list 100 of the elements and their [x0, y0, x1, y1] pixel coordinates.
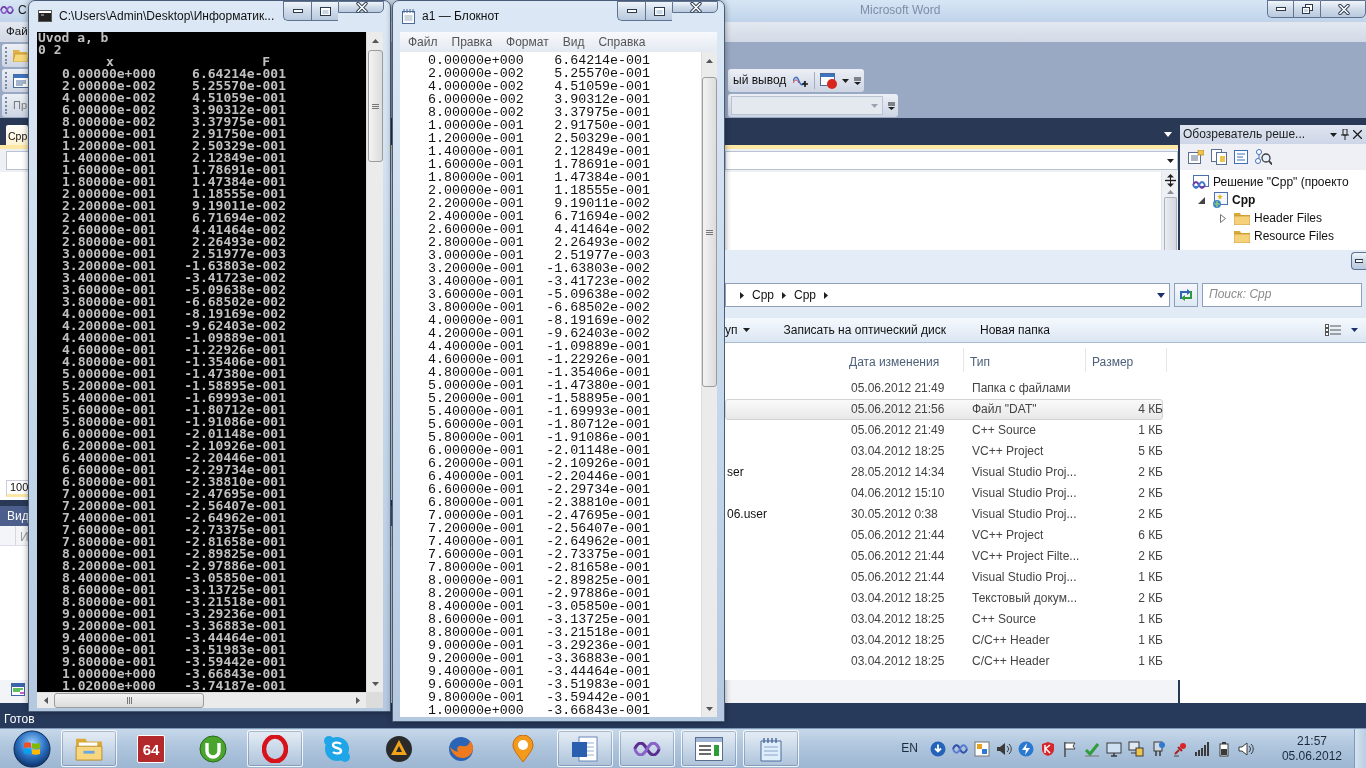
- restore-button[interactable]: [1293, 0, 1320, 18]
- up-arrow-icon[interactable]: [706, 58, 713, 63]
- menu-item[interactable]: Фай: [6, 25, 28, 39]
- breadcrumb-item[interactable]: Cpp: [750, 287, 776, 303]
- pages-icon[interactable]: [1211, 149, 1227, 165]
- chevron-icon[interactable]: [824, 291, 829, 299]
- collapsed-triangle-icon[interactable]: [1220, 213, 1226, 223]
- document-tab[interactable]: Cpp: [6, 125, 28, 145]
- toolbar-button[interactable]: Новая папка: [970, 319, 1060, 341]
- lightning-icon[interactable]: [1017, 740, 1034, 757]
- refresh-button[interactable]: [1174, 283, 1198, 307]
- tile-icon[interactable]: [973, 740, 990, 757]
- speaker-icon[interactable]: [995, 740, 1012, 757]
- file-row[interactable]: 03.04.2012 18:25 C++ Source 1 КБ: [725, 609, 1163, 630]
- file-row[interactable]: 05.06.2012 21:44 VC++ Project 6 КБ: [725, 525, 1163, 546]
- right-arrow-icon[interactable]: [355, 697, 360, 704]
- maximize-button[interactable]: [311, 1, 338, 21]
- menu-button[interactable]: уп: [725, 319, 760, 341]
- toolbar-button[interactable]: ый вывод: [731, 73, 789, 88]
- flag-icon[interactable]: [1061, 740, 1078, 757]
- zoom-field[interactable]: 100: [6, 480, 28, 497]
- file-row[interactable]: 05.06.2012 21:44 Visual Studio Proj... 1 КБ: [725, 567, 1163, 588]
- view-button[interactable]: [1325, 323, 1358, 337]
- file-row[interactable]: 04.06.2012 15:10 Visual Studio Proj... 2 КБ: [725, 483, 1163, 504]
- menu-item[interactable]: Справка: [592, 34, 652, 50]
- menu-item[interactable]: Файл: [402, 34, 444, 50]
- speaker-icon[interactable]: [1237, 740, 1254, 757]
- caret-icon[interactable]: [1330, 132, 1337, 137]
- file-row[interactable]: 03.04.2012 18:25 Текстовый докум... 2 КБ: [725, 588, 1163, 609]
- vertical-scrollbar[interactable]: [1161, 172, 1178, 250]
- caret-icon[interactable]: [1164, 132, 1172, 137]
- document-lines-icon[interactable]: [1234, 150, 1248, 164]
- minimize-button[interactable]: [1351, 252, 1366, 270]
- dropdown-field[interactable]: [6, 151, 28, 170]
- chevron-icon[interactable]: [740, 291, 744, 299]
- close-button[interactable]: [338, 1, 384, 13]
- minimize-button[interactable]: [1267, 0, 1293, 18]
- scrollbar-thumb[interactable]: [702, 77, 717, 387]
- file-row[interactable]: 05.06.2012 21:49 C++ Source 1 КБ: [725, 420, 1163, 441]
- chevron-icon[interactable]: [782, 291, 786, 299]
- computer-icon[interactable]: [1127, 740, 1144, 757]
- clock-button[interactable]: 21:57 05.06.2012: [1281, 733, 1342, 764]
- tree-item[interactable]: Cpp: [1180, 191, 1366, 209]
- minimize-button[interactable]: [283, 1, 311, 21]
- overflow-icon[interactable]: [854, 76, 862, 85]
- toolbar-button[interactable]: [820, 72, 850, 89]
- close-button[interactable]: [672, 1, 718, 13]
- file-row[interactable]: ser 28.05.2012 14:34 Visual Studio Proj... 2 КБ: [725, 462, 1163, 483]
- toolbar-button[interactable]: Записать на оптический диск: [773, 319, 956, 341]
- expanded-triangle-icon[interactable]: [1197, 196, 1205, 204]
- down-arrow-icon[interactable]: [371, 681, 379, 686]
- scrollbar-thumb[interactable]: [367, 50, 383, 162]
- column-header[interactable]: Дата изменения: [843, 348, 964, 372]
- caret-icon[interactable]: [1157, 292, 1165, 298]
- horizontal-scrollbar[interactable]: [37, 692, 366, 708]
- maximize-button[interactable]: [645, 1, 672, 21]
- taskbar-button[interactable]: [681, 730, 737, 767]
- column-header[interactable]: Тип: [964, 348, 1086, 372]
- nodes-magnifier-icon[interactable]: [1255, 149, 1272, 165]
- grip-icon[interactable]: [5, 97, 8, 114]
- properties-icon[interactable]: [1188, 150, 1204, 164]
- column-header[interactable]: Размер: [1086, 348, 1167, 372]
- vertical-scrollbar[interactable]: [701, 52, 717, 717]
- dropdown-field[interactable]: [731, 96, 883, 115]
- monitor-icon[interactable]: [1105, 740, 1122, 757]
- file-row[interactable]: 05.06.2012 21:44 VC++ Project Filte... 2 КБ: [725, 546, 1163, 567]
- tree-item[interactable]: Header Files: [1180, 209, 1366, 227]
- grip-icon[interactable]: [5, 72, 8, 89]
- minimize-button[interactable]: [617, 1, 645, 21]
- file-row[interactable]: 03.04.2012 18:25 C/C++ Header 1 КБ: [725, 630, 1163, 651]
- file-row[interactable]: 03.04.2012 18:25 VC++ Project 5 КБ: [725, 441, 1163, 462]
- left-arrow-icon[interactable]: [43, 697, 48, 704]
- microphone-icon[interactable]: [1171, 740, 1188, 757]
- taskbar-button[interactable]: 64: [123, 730, 179, 767]
- taskbar-button[interactable]: [619, 730, 675, 767]
- taskbar-button[interactable]: [557, 730, 613, 767]
- shield-icon[interactable]: [1039, 740, 1056, 757]
- down-arrow-icon[interactable]: [706, 706, 713, 711]
- search-field[interactable]: Поиск: Cpp: [1202, 283, 1362, 307]
- address-field[interactable]: Cpp Cpp: [725, 283, 1170, 307]
- up-arrow-icon[interactable]: [1166, 190, 1174, 194]
- tree-item[interactable]: Resource Files: [1180, 227, 1366, 245]
- pin-icon[interactable]: [1341, 129, 1349, 140]
- file-row[interactable]: 05.06.2012 21:49 Папка с файлами: [725, 378, 1163, 399]
- split-icon[interactable]: [1164, 174, 1176, 187]
- vertical-scrollbar[interactable]: [366, 32, 383, 692]
- tree-item[interactable]: Решение "Cpp" (проекто: [1180, 173, 1366, 191]
- file-row[interactable]: 06.user 30.05.2012 0:38 Visual Studio Proj... 2 КБ: [725, 504, 1163, 525]
- text-area[interactable]: [400, 52, 701, 717]
- scrollbar-thumb[interactable]: [54, 693, 204, 708]
- overflow-icon[interactable]: [888, 101, 895, 110]
- file-row[interactable]: 03.04.2012 18:25 C/C++ Header 1 КБ: [725, 651, 1163, 672]
- close-button[interactable]: [1320, 0, 1366, 18]
- menu-item[interactable]: Вид: [556, 34, 591, 50]
- dropdown-field[interactable]: [725, 151, 1178, 170]
- language-button[interactable]: EN: [899, 741, 920, 756]
- scrollbar-thumb[interactable]: [1163, 197, 1177, 250]
- breadcrumb-item[interactable]: Cpp: [792, 287, 819, 303]
- menu-item[interactable]: Формат: [500, 34, 555, 50]
- checkmark-icon[interactable]: [1083, 740, 1100, 757]
